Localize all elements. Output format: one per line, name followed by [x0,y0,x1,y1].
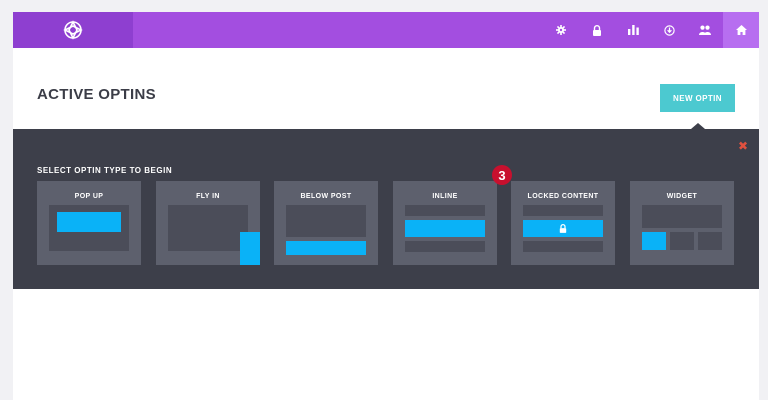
optin-type-label: INLINE [432,193,458,200]
home-icon [735,25,747,35]
panel-heading: SELECT OPTIN TYPE TO BEGIN [37,166,173,175]
flyin-preview-page [168,205,248,251]
close-icon[interactable]: ✖ [738,140,748,152]
widget-preview-content [642,205,722,228]
optin-type-panel: SELECT OPTIN TYPE TO BEGIN ✖ POP UP FLY … [13,129,759,289]
inline-preview-box [405,220,485,237]
widget-preview-slot [698,232,722,250]
below-post-preview-content [286,205,366,237]
nav-stats[interactable] [615,12,651,48]
widget-preview-slot [670,232,694,250]
optin-type-locked-content[interactable]: LOCKED CONTENT [511,181,615,265]
locked-preview-bottom [523,241,603,252]
nav-import-export[interactable] [651,12,687,48]
bloom-logo-icon [63,20,83,40]
header-nav [543,12,759,48]
accounts-icon [699,25,711,35]
page-title: ACTIVE OPTINS [37,86,156,103]
optin-type-widget[interactable]: WIDGET [630,181,734,265]
optin-type-inline[interactable]: INLINE [393,181,497,265]
optin-type-below-post[interactable]: BELOW POST [274,181,378,265]
lock-icon [593,24,601,36]
bar-chart-icon [627,25,639,35]
new-optin-pointer [691,123,705,129]
flyin-preview-box [240,232,260,265]
step-badge: 3 [492,165,512,185]
inline-preview-top [405,205,485,216]
optin-type-label: FLY IN [196,193,220,200]
inline-preview-bottom [405,241,485,252]
popup-preview-box [57,212,121,232]
top-bar [13,12,759,48]
app-window: ACTIVE OPTINS NEW OPTIN SELECT OPTIN TYP… [13,12,759,400]
lock-icon [559,224,567,233]
optin-type-label: LOCKED CONTENT [527,193,599,200]
locked-preview-top [523,205,603,216]
nav-accounts[interactable] [687,12,723,48]
locked-preview-box [523,220,603,237]
import-export-icon [663,24,675,36]
optin-type-label: POP UP [74,193,104,200]
optin-type-label: WIDGET [666,193,698,200]
below-post-preview-box [286,241,366,255]
new-optin-button[interactable]: NEW OPTIN [660,84,735,112]
optin-type-label: BELOW POST [300,193,352,200]
nav-home[interactable] [723,12,759,48]
logo[interactable] [13,12,133,48]
nav-lock[interactable] [579,12,615,48]
optin-type-flyin[interactable]: FLY IN [156,181,260,265]
nav-settings[interactable] [543,12,579,48]
gear-icon [556,25,566,35]
optin-type-popup[interactable]: POP UP [37,181,141,265]
widget-preview-box [642,232,666,250]
